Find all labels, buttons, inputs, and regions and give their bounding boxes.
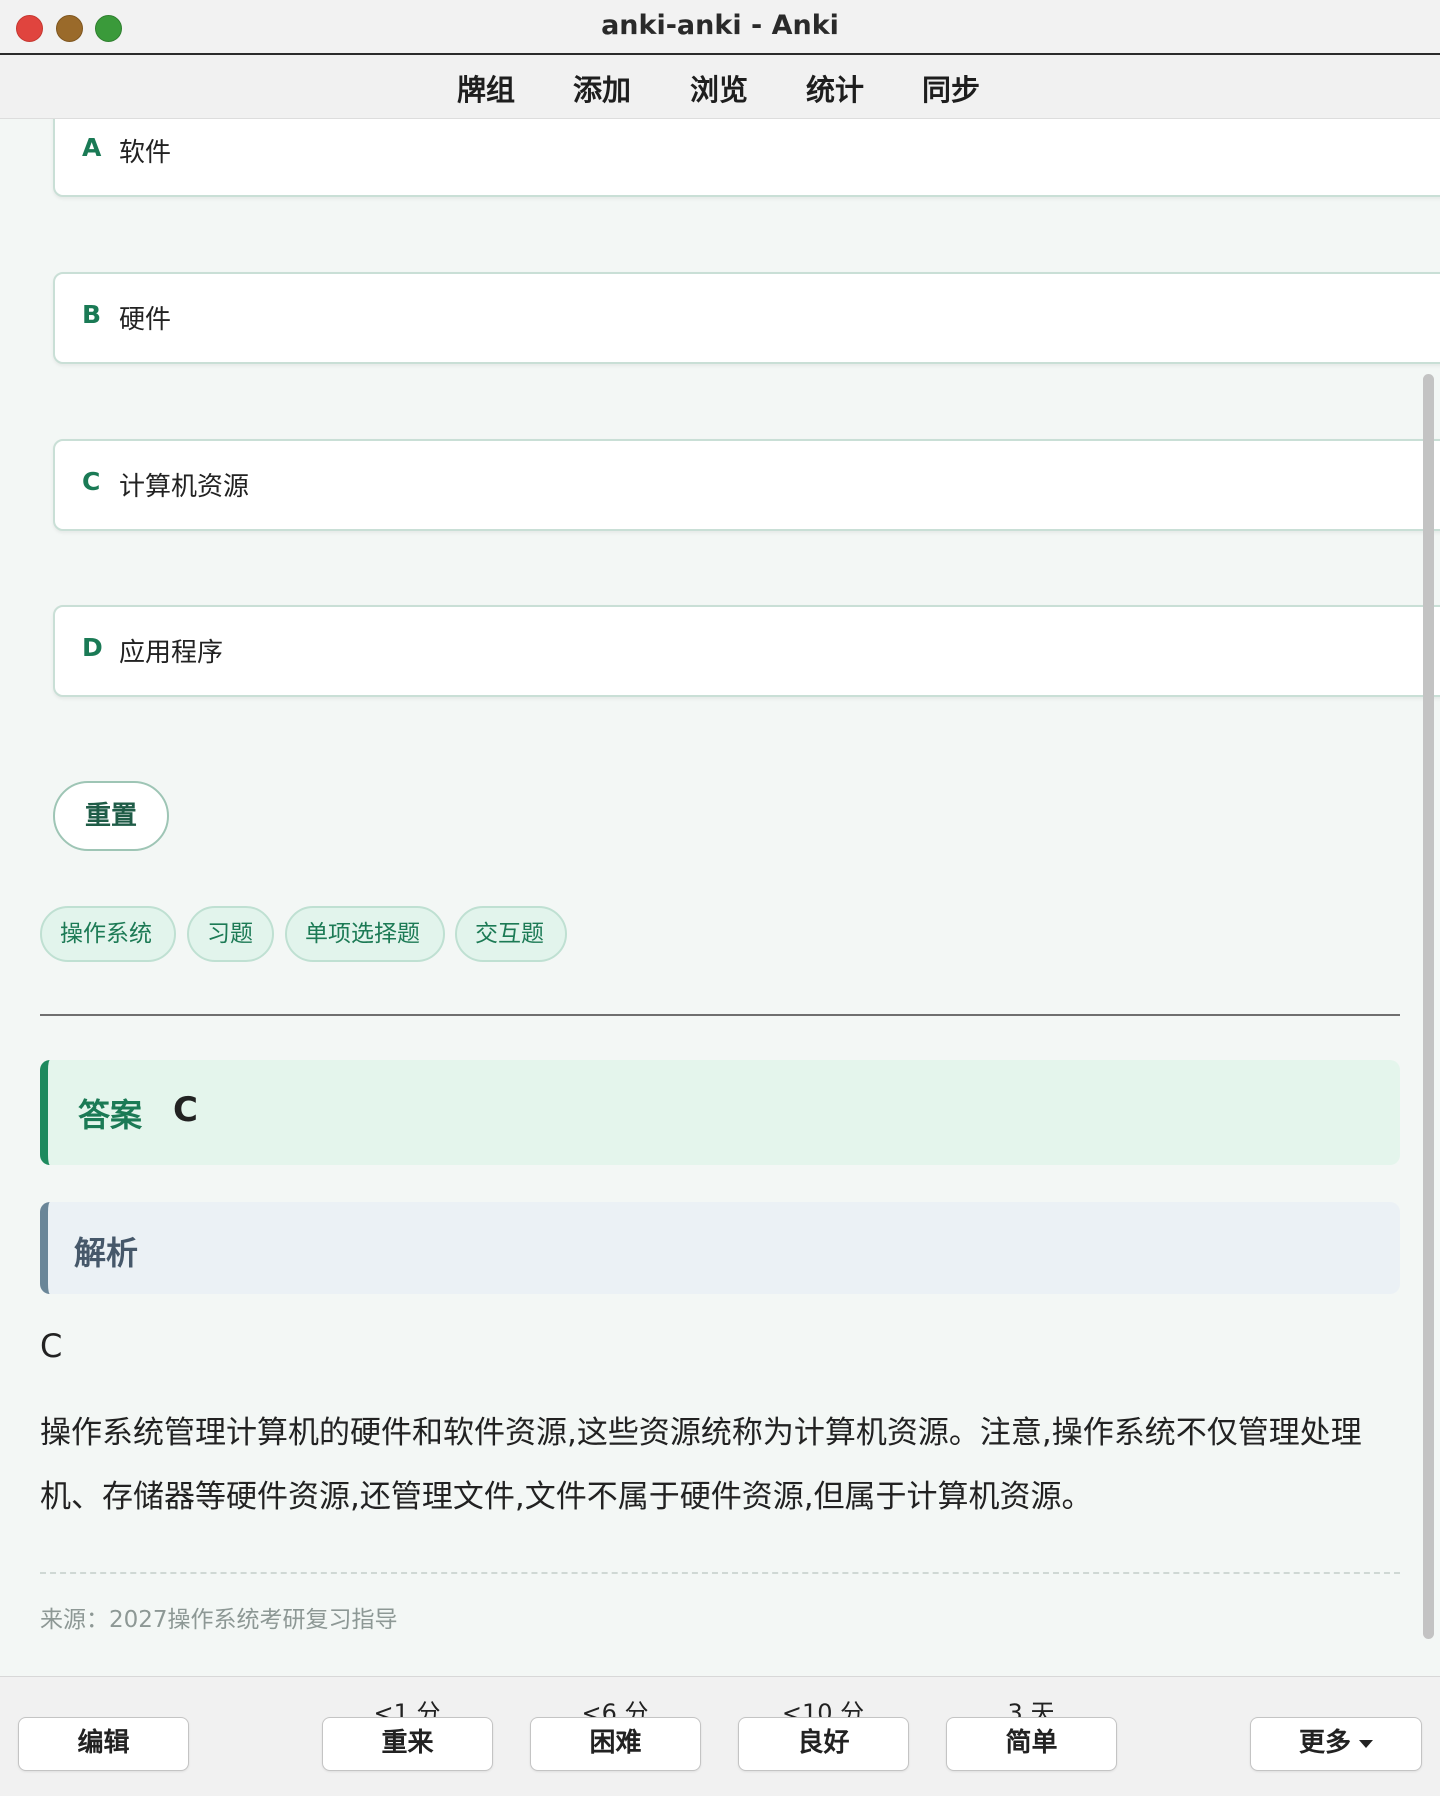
option-text: 软件 — [119, 138, 172, 168]
analysis-answer-letter: C — [40, 1327, 63, 1365]
option-d[interactable]: D 应用程序 — [53, 605, 1440, 697]
source-text: 来源：2027操作系统考研复习指导 — [40, 1607, 398, 1633]
scrollbar[interactable] — [1423, 374, 1434, 1639]
title-bar: anki-anki - Anki — [0, 0, 1440, 55]
more-label: 更多 — [1298, 1728, 1351, 1758]
answer-value: C — [173, 1090, 198, 1130]
answer-divider — [40, 1014, 1400, 1016]
easy-button[interactable]: 简单 — [946, 1717, 1117, 1771]
option-c[interactable]: C 计算机资源 — [53, 439, 1440, 531]
answer-label: 答案 — [78, 1096, 143, 1134]
option-letter: D — [82, 633, 103, 662]
source-divider — [40, 1572, 1400, 1574]
reset-button[interactable]: 重置 — [53, 781, 169, 851]
toolbar-decks[interactable]: 牌组 — [457, 67, 515, 109]
tag: 交互题 — [455, 906, 567, 962]
chevron-down-icon — [1359, 1739, 1373, 1748]
toolbar-add[interactable]: 添加 — [573, 67, 631, 109]
hard-button[interactable]: 困难 — [530, 1717, 701, 1771]
option-letter: B — [82, 300, 102, 329]
toolbar-sync[interactable]: 同步 — [922, 67, 980, 109]
more-button[interactable]: 更多 — [1250, 1717, 1422, 1771]
analysis-label: 解析 — [74, 1234, 139, 1272]
option-text: 硬件 — [119, 305, 172, 335]
tag: 操作系统 — [40, 906, 176, 962]
analysis-text: 操作系统管理计算机的硬件和软件资源,这些资源统称为计算机资源。注意,操作系统不仅… — [40, 1415, 1362, 1515]
option-text: 计算机资源 — [119, 472, 250, 502]
analysis-box: 解析 — [40, 1202, 1400, 1294]
option-letter: C — [82, 467, 101, 496]
edit-button[interactable]: 编辑 — [18, 1717, 189, 1771]
tag: 单项选择题 — [285, 906, 445, 962]
option-text: 应用程序 — [119, 638, 224, 668]
option-letter: A — [82, 133, 102, 162]
again-button[interactable]: 重来 — [322, 1717, 493, 1771]
window-title: anki-anki - Anki — [601, 10, 839, 41]
card-content: A 软件 B 硬件 C 计算机资源 D 应用程序 重置 操作系统 习题 单项选择… — [0, 119, 1440, 1676]
answer-box: 答案 C — [40, 1060, 1400, 1165]
toolbar-browse[interactable]: 浏览 — [690, 67, 748, 109]
main-toolbar: 牌组 添加 浏览 统计 同步 — [0, 55, 1440, 119]
option-a[interactable]: A 软件 — [53, 119, 1440, 197]
tag: 习题 — [187, 906, 274, 962]
option-b[interactable]: B 硬件 — [53, 272, 1440, 364]
toolbar-stats[interactable]: 统计 — [806, 67, 864, 109]
good-button[interactable]: 良好 — [738, 1717, 909, 1771]
review-bottom-bar: <1 分 <6 分 <10 分 3 天 编辑 重来 困难 良好 简单 更多 — [0, 1676, 1440, 1796]
